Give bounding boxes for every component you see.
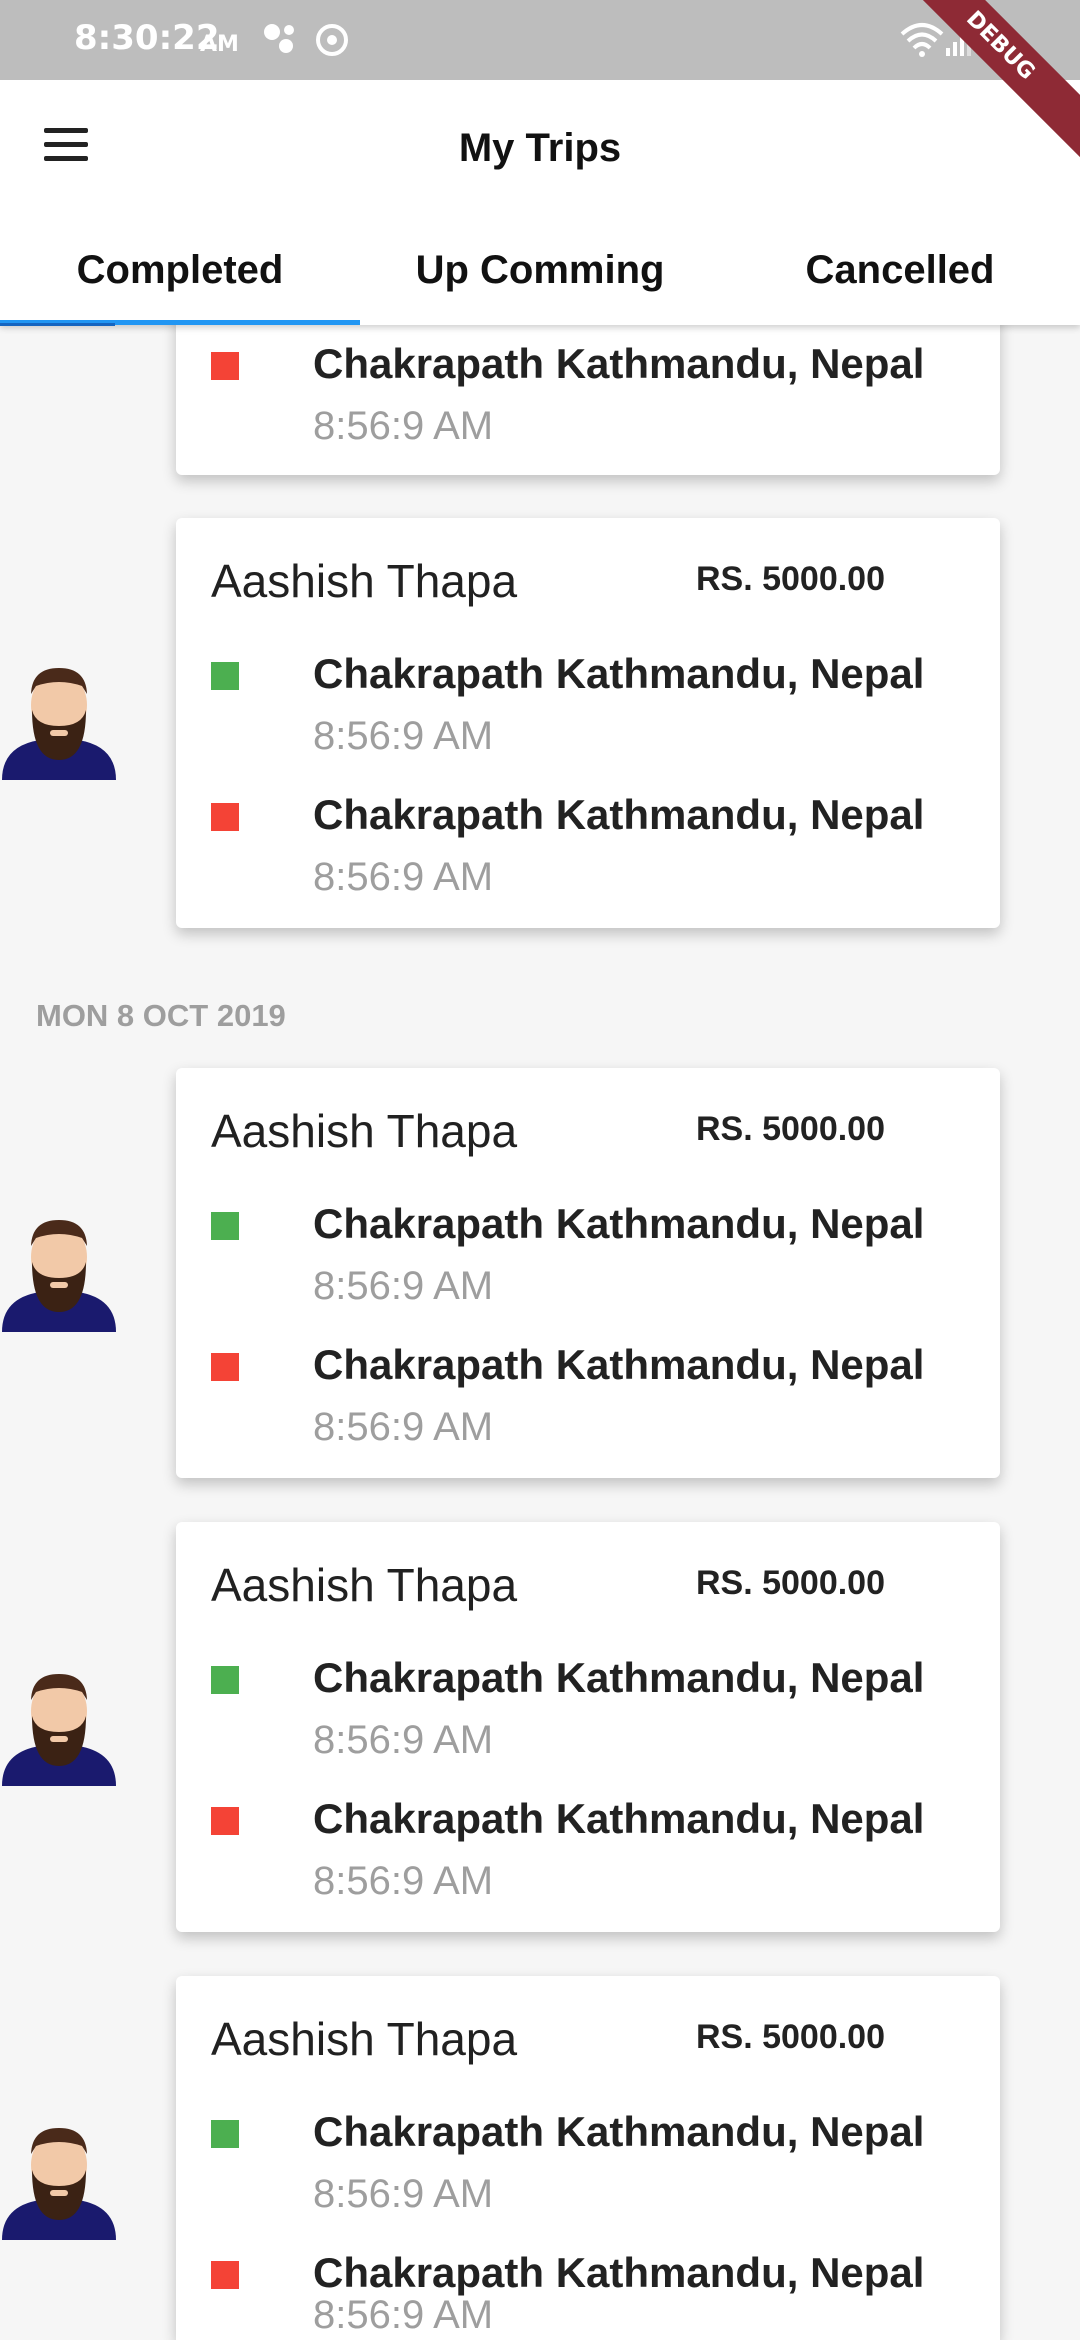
dropoff-time: 8:56:9 AM [313, 1859, 494, 1903]
app-bar: My Trips Completed Up Comming Cancelled [0, 80, 1080, 326]
pickup-time: 8:56:9 AM [313, 2172, 494, 2216]
trip-card[interactable]: Aashish Thapa RS. 5000.00 Chakrapath Kat… [176, 1976, 1000, 2340]
wifi-icon [900, 23, 944, 57]
trip-fare: RS. 5000.00 [695, 2018, 885, 2056]
pickup-marker-icon [211, 1666, 239, 1694]
dropoff-marker-icon [211, 803, 239, 831]
dropoff-address: Chakrapath Kathmandu, Nepal [313, 340, 925, 387]
pickup-address: Chakrapath Kathmandu, Nepal [313, 650, 925, 697]
dropoff-address: Chakrapath Kathmandu, Nepal [313, 2249, 925, 2296]
date-section-header: MON 8 OCT 2019 [36, 998, 286, 1033]
tab-cancelled[interactable]: Cancelled [720, 230, 1080, 325]
tab-indicator-overlap [0, 323, 115, 326]
dropoff-marker-icon [211, 2261, 239, 2289]
status-time: 8:30:22 [74, 18, 220, 58]
trip-card[interactable]: Aashish Thapa RS. 5000.00 Chakrapath Kat… [176, 518, 1000, 928]
trip-card[interactable]: Aashish Thapa RS. 5000.00 Chakrapath Kat… [176, 1522, 1000, 1932]
pickup-marker-icon [211, 2120, 239, 2148]
trip-card-header: Aashish Thapa RS. 5000.00 [211, 2012, 965, 2066]
tab-completed[interactable]: Completed [0, 230, 360, 325]
driver-avatar-icon [2, 1220, 116, 1332]
dropoff-time: 8:56:9 AM [313, 1405, 494, 1449]
trip-card-header: Aashish Thapa RS. 5000.00 [211, 1104, 965, 1158]
dropoff-marker-icon [211, 1353, 239, 1381]
status-ampm: AM [200, 32, 239, 57]
pickup-address: Chakrapath Kathmandu, Nepal [313, 2108, 925, 2155]
pickup-marker-icon [211, 1212, 239, 1240]
tab-bar: Completed Up Comming Cancelled [0, 230, 1080, 325]
dropoff-time: 8:56:9 AM [313, 404, 494, 448]
trip-card-header: Aashish Thapa RS. 5000.00 [211, 554, 965, 608]
driver-avatar-icon [2, 2128, 116, 2240]
trip-fare: RS. 5000.00 [695, 1110, 885, 1148]
trip-card-partial[interactable]: Chakrapath Kathmandu, Nepal 8:56:9 AM [176, 300, 1000, 475]
dropoff-marker-icon [211, 352, 239, 380]
tab-upcoming[interactable]: Up Comming [360, 230, 720, 325]
status-bar: 8:30:22 AM [0, 0, 1080, 80]
dropoff-time: 8:56:9 AM [313, 2293, 494, 2337]
dropoff-marker-icon [211, 1807, 239, 1835]
driver-avatar-icon [2, 1674, 116, 1786]
dropoff-address: Chakrapath Kathmandu, Nepal [313, 791, 925, 838]
pickup-time: 8:56:9 AM [313, 1264, 494, 1308]
trip-fare: RS. 5000.00 [695, 1564, 885, 1602]
pickup-time: 8:56:9 AM [313, 714, 494, 758]
pickup-address: Chakrapath Kathmandu, Nepal [313, 1200, 925, 1247]
pickup-time: 8:56:9 AM [313, 1718, 494, 1762]
dropoff-time: 8:56:9 AM [313, 855, 494, 899]
sync-icon [316, 24, 348, 56]
dropoff-address: Chakrapath Kathmandu, Nepal [313, 1795, 925, 1842]
trip-card-header: Aashish Thapa RS. 5000.00 [211, 1558, 965, 1612]
pickup-marker-icon [211, 662, 239, 690]
driver-avatar-icon [2, 668, 116, 780]
dropoff-address: Chakrapath Kathmandu, Nepal [313, 1341, 925, 1388]
pickup-address: Chakrapath Kathmandu, Nepal [313, 1654, 925, 1701]
assistant-icon [264, 24, 294, 53]
trip-card[interactable]: Aashish Thapa RS. 5000.00 Chakrapath Kat… [176, 1068, 1000, 1478]
trip-fare: RS. 5000.00 [695, 560, 885, 598]
page-title: My Trips [458, 126, 622, 170]
